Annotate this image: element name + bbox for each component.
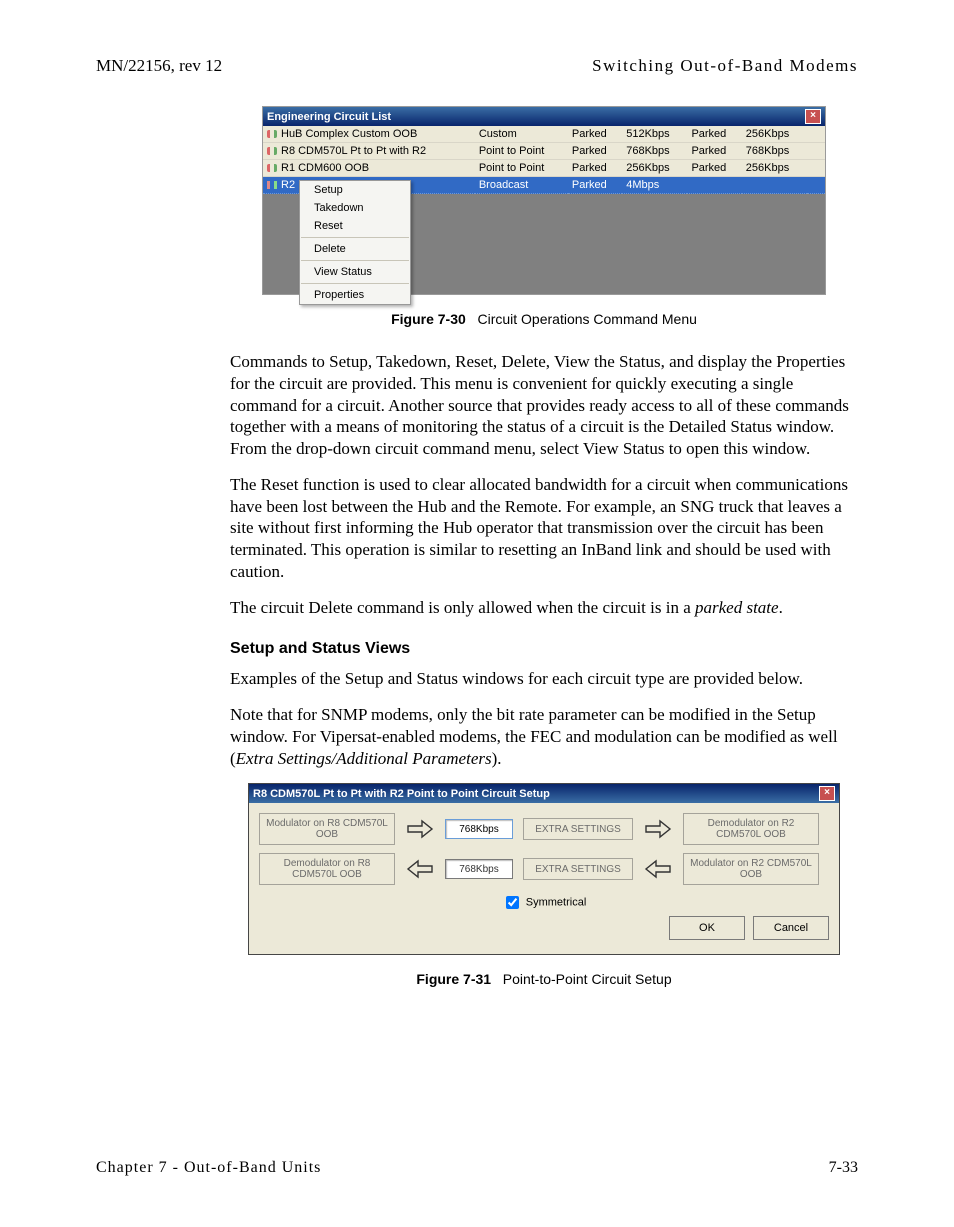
menu-item-reset[interactable]: Reset [300, 217, 410, 235]
section-title: Switching Out-of-Band Modems [592, 56, 858, 76]
circuit-setup-window: R8 CDM570L Pt to Pt with R2 Point to Poi… [248, 783, 840, 955]
doc-id: MN/22156, rev 12 [96, 56, 222, 76]
context-menu: Setup Takedown Reset Delete View Status … [299, 180, 411, 305]
extra-settings-button[interactable]: EXTRA SETTINGS [523, 858, 633, 880]
bitrate-input[interactable]: 768Kbps [445, 819, 513, 839]
close-icon[interactable]: × [819, 786, 835, 801]
paragraph: Commands to Setup, Takedown, Reset, Dele… [230, 351, 858, 460]
table-row[interactable]: R8 CDM570L Pt to Pt with R2 Point to Poi… [263, 143, 825, 160]
cancel-button[interactable]: Cancel [753, 916, 829, 940]
menu-item-setup[interactable]: Setup [300, 181, 410, 199]
chapter-name: Chapter 7 - Out-of-Band Units [96, 1159, 321, 1177]
circuit-name: R8 CDM570L Pt to Pt with R2 [263, 143, 475, 160]
arrow-right-icon [643, 818, 673, 840]
symmetrical-label: Symmetrical [526, 897, 587, 909]
circuit-rate: 256Kbps [622, 160, 687, 177]
circuit-type: Point to Point [475, 143, 568, 160]
figure-caption: Figure 7-31 Point-to-Point Circuit Setup [230, 971, 858, 987]
circuit-status: Parked [568, 143, 622, 160]
arrow-left-icon [643, 858, 673, 880]
circuit-rate: 256Kbps [742, 160, 807, 177]
circuit-status: Parked [687, 126, 741, 143]
circuit-name: R1 CDM600 OOB [263, 160, 475, 177]
modulator-box: Modulator on R2 CDM570L OOB [683, 853, 819, 885]
paragraph: The circuit Delete command is only allow… [230, 597, 858, 619]
circuit-type: Point to Point [475, 160, 568, 177]
menu-item-delete[interactable]: Delete [300, 240, 410, 258]
menu-item-takedown[interactable]: Takedown [300, 199, 410, 217]
paragraph: Examples of the Setup and Status windows… [230, 668, 858, 690]
page-header: MN/22156, rev 12 Switching Out-of-Band M… [96, 56, 858, 76]
circuit-rate: 256Kbps [742, 126, 807, 143]
circuit-name: HuB Complex Custom OOB [263, 126, 475, 143]
window-titlebar: R8 CDM570L Pt to Pt with R2 Point to Poi… [249, 784, 839, 803]
symmetrical-check-input[interactable] [506, 896, 519, 909]
circuit-rate: 768Kbps [742, 143, 807, 160]
demodulator-box: Demodulator on R2 CDM570L OOB [683, 813, 819, 845]
window-titlebar: Engineering Circuit List × [263, 107, 825, 126]
figure-caption-text: Point-to-Point Circuit Setup [503, 971, 672, 987]
page-footer: Chapter 7 - Out-of-Band Units 7-33 [96, 1159, 858, 1177]
demodulator-box: Demodulator on R8 CDM570L OOB [259, 853, 395, 885]
paragraph: Note that for SNMP modems, only the bit … [230, 704, 858, 769]
circuit-status: Parked [568, 177, 622, 194]
circuit-rate: 768Kbps [622, 143, 687, 160]
page-number: 7-33 [829, 1159, 858, 1177]
ok-button[interactable]: OK [669, 916, 745, 940]
circuit-status: Parked [568, 160, 622, 177]
table-row[interactable]: HuB Complex Custom OOB Custom Parked 512… [263, 126, 825, 143]
figure-caption-text: Circuit Operations Command Menu [477, 311, 696, 327]
setup-row: Modulator on R8 CDM570L OOB 768Kbps EXTR… [259, 813, 829, 845]
circuit-rate: 4Mbps [622, 177, 687, 194]
table-row[interactable]: R1 CDM600 OOB Point to Point Parked 256K… [263, 160, 825, 177]
menu-item-properties[interactable]: Properties [300, 286, 410, 304]
section-heading: Setup and Status Views [230, 640, 858, 658]
circuit-list-window: Engineering Circuit List × HuB Complex C… [262, 106, 826, 295]
circuit-status: Parked [568, 126, 622, 143]
circuit-status: Parked [687, 160, 741, 177]
paragraph: The Reset function is used to clear allo… [230, 474, 858, 583]
extra-settings-button[interactable]: EXTRA SETTINGS [523, 818, 633, 840]
circuit-rate: 512Kbps [622, 126, 687, 143]
setup-row: Demodulator on R8 CDM570L OOB 768Kbps EX… [259, 853, 829, 885]
window-title: R8 CDM570L Pt to Pt with R2 Point to Poi… [253, 788, 550, 800]
figure-label: Figure 7-31 [416, 971, 491, 987]
circuit-status: Parked [687, 143, 741, 160]
circuit-rate [742, 177, 807, 194]
window-body: Setup Takedown Reset Delete View Status … [263, 194, 825, 294]
arrow-right-icon [405, 818, 435, 840]
figure-label: Figure 7-30 [391, 311, 466, 327]
bitrate-input[interactable]: 768Kbps [445, 859, 513, 879]
modulator-box: Modulator on R8 CDM570L OOB [259, 813, 395, 845]
menu-item-view-status[interactable]: View Status [300, 263, 410, 281]
arrow-left-icon [405, 858, 435, 880]
close-icon[interactable]: × [805, 109, 821, 124]
window-title: Engineering Circuit List [267, 111, 391, 123]
symmetrical-checkbox[interactable]: Symmetrical [259, 893, 829, 912]
circuit-type: Broadcast [475, 177, 568, 194]
circuit-status [687, 177, 741, 194]
figure-caption: Figure 7-30 Circuit Operations Command M… [230, 311, 858, 327]
circuit-type: Custom [475, 126, 568, 143]
